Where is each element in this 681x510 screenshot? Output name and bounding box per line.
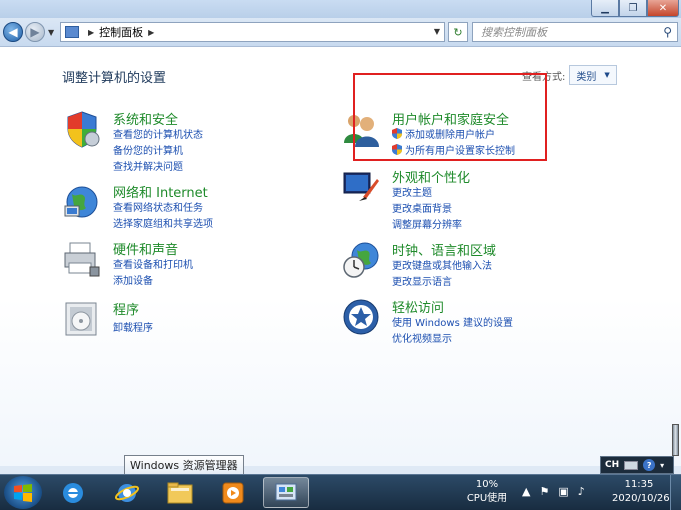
link-network-status[interactable]: 查看网络状态和任务	[113, 199, 203, 214]
category-title[interactable]: 程序	[113, 299, 139, 318]
taskbar-ie-pinned[interactable]	[50, 477, 96, 508]
programs-icon[interactable]	[62, 299, 102, 339]
link-windows-recommended-settings[interactable]: 使用 Windows 建议的设置	[392, 314, 513, 329]
link-backup-computer[interactable]: 备份您的计算机	[113, 142, 183, 157]
keyboard-icon[interactable]	[624, 460, 639, 470]
ease-of-access-icon[interactable]	[341, 297, 381, 337]
category-ease-access: 轻松访问 使用 Windows 建议的设置 优化视频显示	[341, 297, 591, 345]
network-icon[interactable]: ▣	[558, 485, 568, 498]
content-area: 调整计算机的设置 查看方式: 类别 ▼ 系统和安全 查看您的计算机状态 备份您的…	[0, 46, 681, 466]
taskbar-explorer[interactable]	[157, 477, 203, 508]
windows-logo-icon	[14, 483, 32, 502]
address-dropdown-icon[interactable]: ▼	[434, 27, 440, 36]
cpu-usage-percent: 10%	[475, 479, 499, 490]
search-input[interactable]	[481, 25, 651, 39]
link-troubleshoot[interactable]: 查找并解决问题	[113, 158, 183, 173]
folder-icon	[167, 482, 193, 503]
link-view-computer-status[interactable]: 查看您的计算机状态	[113, 126, 203, 141]
view-by-value: 类别	[576, 71, 597, 83]
minimize-button[interactable]: ▁	[591, 0, 619, 17]
recent-pages-dropdown[interactable]: ▼	[48, 28, 54, 37]
link-adjust-resolution[interactable]: 调整屏幕分辨率	[392, 216, 462, 231]
printer-icon[interactable]	[62, 239, 102, 279]
title-bar: ▁ ❐ ✕	[0, 0, 681, 18]
cpu-usage-label: CPU使用	[466, 493, 508, 504]
taskbar-tooltip: Windows 资源管理器	[124, 455, 244, 475]
restore-button[interactable]: ❐	[619, 0, 647, 17]
close-button[interactable]: ✕	[647, 0, 679, 17]
category-network: 网络和 Internet 查看网络状态和任务 选择家庭组和共享选项	[62, 182, 312, 230]
taskbar-control-panel[interactable]	[263, 477, 309, 508]
link-change-background[interactable]: 更改桌面背景	[392, 200, 452, 215]
input-language[interactable]: CH	[605, 460, 619, 470]
forward-button[interactable]: ▶	[25, 22, 45, 42]
control-panel-icon	[275, 483, 297, 500]
restore-icon: ❐	[628, 2, 638, 14]
network-globe-icon[interactable]	[62, 182, 102, 222]
cpu-usage[interactable]: 10% CPU使用	[464, 478, 510, 506]
category-hardware: 硬件和声音 查看设备和打印机 添加设备	[62, 239, 312, 287]
chevron-right-icon[interactable]: ▶	[88, 28, 94, 37]
category-system-security: 系统和安全 查看您的计算机状态 备份您的计算机 查找并解决问题	[62, 109, 312, 173]
back-button[interactable]: ◀	[3, 22, 23, 42]
category-programs: 程序 卸载程序	[62, 299, 312, 343]
browser-icon	[63, 482, 83, 503]
chevron-right-icon[interactable]: ▶	[148, 28, 154, 37]
breadcrumb-control-panel[interactable]: 控制面板	[99, 24, 143, 40]
notification-area: ▲ ⚑ ▣ ♪	[522, 485, 585, 498]
media-player-icon	[222, 482, 244, 503]
internet-explorer-icon	[114, 483, 140, 502]
search-box[interactable]: ⚲	[472, 22, 678, 42]
link-change-input-method[interactable]: 更改键盘或其他输入法	[392, 257, 492, 272]
link-change-display-language[interactable]: 更改显示语言	[392, 273, 452, 288]
refresh-icon: ↻	[453, 25, 463, 39]
control-panel-icon	[65, 26, 79, 38]
link-add-device[interactable]: 添加设备	[113, 272, 153, 287]
action-center-flag-icon[interactable]: ⚑	[539, 485, 549, 498]
highlight-box	[353, 73, 547, 161]
close-icon: ✕	[658, 2, 668, 14]
link-optimize-display[interactable]: 优化视频显示	[392, 330, 452, 345]
help-icon[interactable]: ?	[643, 459, 656, 471]
arrow-left-icon: ◀	[8, 25, 18, 39]
link-homegroup-sharing[interactable]: 选择家庭组和共享选项	[113, 215, 213, 230]
minimize-icon: ▁	[601, 2, 609, 14]
shield-icon[interactable]	[62, 109, 102, 149]
address-toolbar: ◀ ▶ ▼ ▶ 控制面板 ▶ ▼ ↻ ⚲	[0, 18, 681, 46]
page-title: 调整计算机的设置	[62, 71, 167, 86]
address-field[interactable]: ▶ 控制面板 ▶ ▼	[60, 22, 445, 42]
chevron-down-icon: ▼	[604, 71, 610, 79]
link-uninstall-program[interactable]: 卸载程序	[113, 319, 153, 334]
clock-time: 11:35	[624, 479, 654, 490]
link-devices-printers[interactable]: 查看设备和打印机	[113, 256, 193, 271]
show-hidden-icons-icon[interactable]: ▲	[522, 485, 530, 498]
category-appearance: 外观和个性化 更改主题 更改桌面背景 调整屏幕分辨率	[341, 167, 591, 231]
taskbar-internet-explorer[interactable]	[104, 477, 150, 508]
link-change-theme[interactable]: 更改主题	[392, 184, 432, 199]
show-desktop-button[interactable]	[670, 475, 681, 510]
refresh-button[interactable]: ↻	[448, 22, 468, 42]
window-controls: ▁ ❐ ✕	[591, 0, 679, 17]
taskbar-media-player[interactable]	[210, 477, 256, 508]
volume-icon[interactable]: ♪	[578, 485, 585, 498]
language-bar-grip[interactable]	[672, 424, 679, 456]
clock-globe-icon[interactable]	[341, 240, 381, 280]
start-button[interactable]	[4, 476, 42, 509]
view-by-select[interactable]: 类别 ▼	[569, 65, 617, 85]
search-icon[interactable]: ⚲	[663, 25, 672, 39]
system-clock[interactable]: 11:35 2020/10/26	[612, 478, 670, 506]
category-clock-region: 时钟、语言和区域 更改键盘或其他输入法 更改显示语言	[341, 240, 591, 288]
language-bar: CH ? ▾	[600, 456, 674, 474]
appearance-icon[interactable]	[341, 167, 381, 207]
clock-date: 2020/10/26	[612, 493, 670, 504]
arrow-right-icon: ▶	[30, 25, 40, 39]
minimize-langbar-icon[interactable]: ▾	[660, 461, 664, 470]
